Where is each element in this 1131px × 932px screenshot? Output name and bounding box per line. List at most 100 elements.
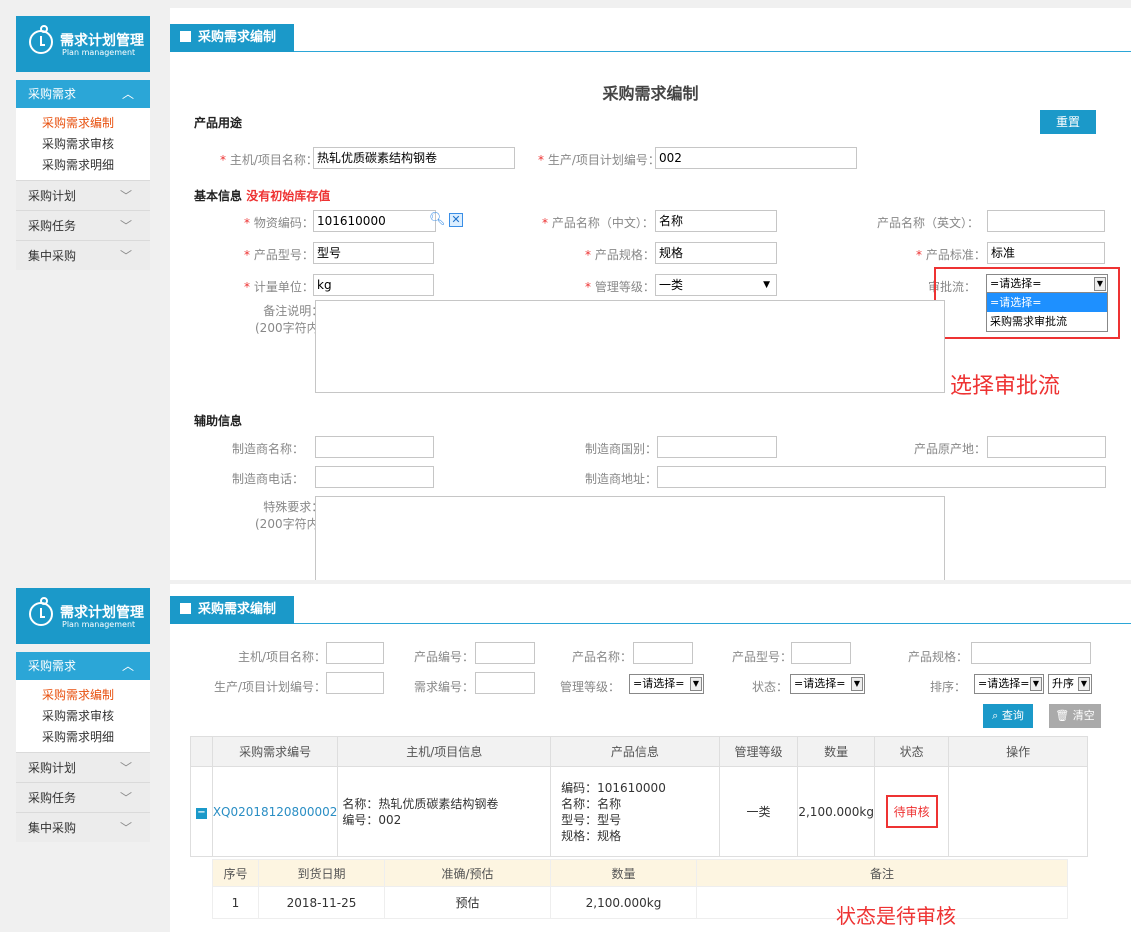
filter-status-value: =请选择= [794, 677, 846, 690]
col-header: 数量 [550, 859, 697, 887]
sidebar-subitem-review[interactable]: 采购需求审核 [16, 706, 150, 727]
unit-label: * 计量单位： [244, 280, 314, 294]
filter-status-select[interactable]: =请选择= ▼ [790, 674, 865, 694]
cell-seq: 1 [212, 886, 259, 919]
origin-input[interactable] [987, 436, 1106, 458]
app-subtitle: Plan management [62, 48, 136, 57]
sidebar-item-plan[interactable]: 采购计划 ﹀ [16, 752, 150, 782]
search-button[interactable]: ⌕ 查询 [983, 704, 1033, 728]
country-input[interactable] [657, 436, 777, 458]
edit-form-panel: 采购需求编制 采购需求编制 产品用途 重置 * 主机/项目名称： 热轧优质碳素结… [170, 8, 1131, 580]
sidebar-item-task[interactable]: 采购任务 ﹀ [16, 210, 150, 240]
origin-label: 产品原产地： [914, 442, 987, 456]
clear-icon[interactable]: ✕ [449, 213, 463, 227]
actions-cell [948, 766, 1088, 857]
filter-plan-no-input[interactable] [326, 672, 384, 694]
plan-no-input[interactable]: 002 [655, 147, 857, 169]
sidebar-subitem-edit[interactable]: 采购需求编制 [16, 685, 150, 706]
tab-edit[interactable]: 采购需求编制 [170, 24, 295, 52]
section-aux-info: 辅助信息 [194, 414, 243, 428]
app-title: 需求计划管理 [60, 33, 144, 49]
material-code-input[interactable]: 101610000 [313, 210, 436, 232]
sidebar-subitem-detail[interactable]: 采购需求明细 [16, 727, 150, 748]
remark-label: 备注说明： (200字符内) [255, 304, 324, 335]
clear-button[interactable]: 🗑︎ 清空 [1049, 704, 1101, 728]
filter-spec-input[interactable] [971, 642, 1091, 664]
sidebar-subitem-detail[interactable]: 采购需求明细 [16, 155, 150, 176]
name-en-label: 产品名称（英文）： [877, 216, 980, 230]
col-header: 数量 [797, 736, 875, 767]
filter-spec-label: 产品规格： [908, 650, 969, 664]
sidebar-item-plan[interactable]: 采购计划 ﹀ [16, 180, 150, 210]
special-textarea[interactable] [315, 496, 945, 580]
sidebar-subitem-review[interactable]: 采购需求审核 [16, 134, 150, 155]
chevron-down-icon: ﹀ [119, 791, 132, 805]
cart-icon [180, 603, 191, 614]
caret-down-icon: ▼ [690, 677, 702, 691]
col-header: 准确/预估 [384, 859, 551, 887]
remark-textarea[interactable] [315, 300, 945, 393]
search-icon[interactable]: 🔍︎ [429, 212, 446, 227]
sidebar-item-label: 集中采购 [28, 821, 77, 835]
caret-down-icon: ▼ [1078, 677, 1090, 691]
col-header: 产品信息 [550, 736, 720, 767]
filter-req-no-input[interactable] [475, 672, 535, 694]
host-name-input[interactable]: 热轧优质碳素结构钢卷 [313, 147, 515, 169]
phone-input[interactable] [315, 466, 434, 488]
demand-id-link[interactable]: XQ02018120800002 [211, 766, 339, 857]
page-title: 采购需求编制 [602, 84, 699, 103]
filter-product-name-label: 产品名称： [572, 650, 633, 664]
clock-icon [29, 25, 53, 54]
filter-host-input[interactable] [326, 642, 384, 664]
sidebar-item-central[interactable]: 集中采购 ﹀ [16, 812, 150, 842]
caret-down-icon: ▼ [851, 677, 863, 691]
maker-input[interactable] [315, 436, 434, 458]
cell-qty: 2,100.000kg [550, 886, 697, 919]
maker-label: 制造商名称： [232, 442, 305, 456]
sort-field-select[interactable]: =请选择= ▼ [974, 674, 1044, 694]
standard-input[interactable]: 标准 [987, 242, 1105, 264]
annotation-select-approval: 选择审批流 [950, 374, 1061, 399]
sidebar-submenu: 采购需求编制 采购需求审核 采购需求明细 [16, 680, 150, 752]
sidebar-item-task[interactable]: 采购任务 ﹀ [16, 782, 150, 812]
filter-product-name-input[interactable] [633, 642, 693, 664]
sidebar-item-procurement-demand[interactable]: 采购需求 ︿ [16, 80, 150, 108]
tab-bar: 采购需求编制 [170, 596, 1131, 624]
name-cn-input[interactable]: 名称 [655, 210, 777, 232]
sort-order-select[interactable]: 升序 ▼ [1048, 674, 1092, 694]
product-info-cell: 编码：101610000 名称：名称 型号：型号 规格：规格 [550, 766, 720, 857]
status-cell: 待审核 [873, 766, 950, 857]
col-header: 到货日期 [258, 859, 385, 887]
name-en-input[interactable] [987, 210, 1105, 232]
filter-product-no-input[interactable] [475, 642, 535, 664]
sidebar-subitem-edit[interactable]: 采购需求编制 [16, 113, 150, 134]
highlight-box [934, 267, 1120, 339]
sort-field-value: =请选择= [978, 677, 1030, 690]
mgmt-level-select[interactable]: 一类 ▼ [655, 274, 777, 296]
table-row: − XQ02018120800002 名称：热轧优质碳素结构钢卷 编号：002 编… [190, 766, 1088, 857]
list-icon [180, 31, 191, 42]
reset-button[interactable]: 重置 [1040, 110, 1096, 134]
sort-label: 排序： [930, 680, 967, 694]
sidebar-item-central[interactable]: 集中采购 ﹀ [16, 240, 150, 270]
app-title: 需求计划管理 [60, 605, 144, 621]
chevron-down-icon: ﹀ [119, 761, 132, 775]
app-logo: 需求计划管理 Plan management [16, 16, 150, 72]
sort-order-value: 升序 [1052, 677, 1074, 690]
filter-level-select[interactable]: =请选择= ▼ [629, 674, 704, 694]
col-header: 状态 [873, 736, 950, 767]
address-input[interactable] [657, 466, 1106, 488]
qty-cell: 2,100.000kg [797, 766, 875, 857]
sidebar-item-procurement-demand[interactable]: 采购需求 ︿ [16, 652, 150, 680]
model-input[interactable]: 型号 [313, 242, 434, 264]
tab-edit[interactable]: 采购需求编制 [170, 596, 295, 624]
filter-status-label: 状态： [752, 680, 789, 694]
collapse-icon[interactable]: − [195, 808, 207, 819]
filter-model-input[interactable] [791, 642, 851, 664]
col-header: 序号 [212, 859, 259, 887]
name-cn-label: * 产品名称（中文）： [542, 216, 654, 230]
col-header: 采购需求编号 [211, 736, 339, 767]
unit-input[interactable]: kg [313, 274, 434, 296]
caret-down-icon: ▼ [1030, 677, 1042, 691]
spec-input[interactable]: 规格 [655, 242, 777, 264]
